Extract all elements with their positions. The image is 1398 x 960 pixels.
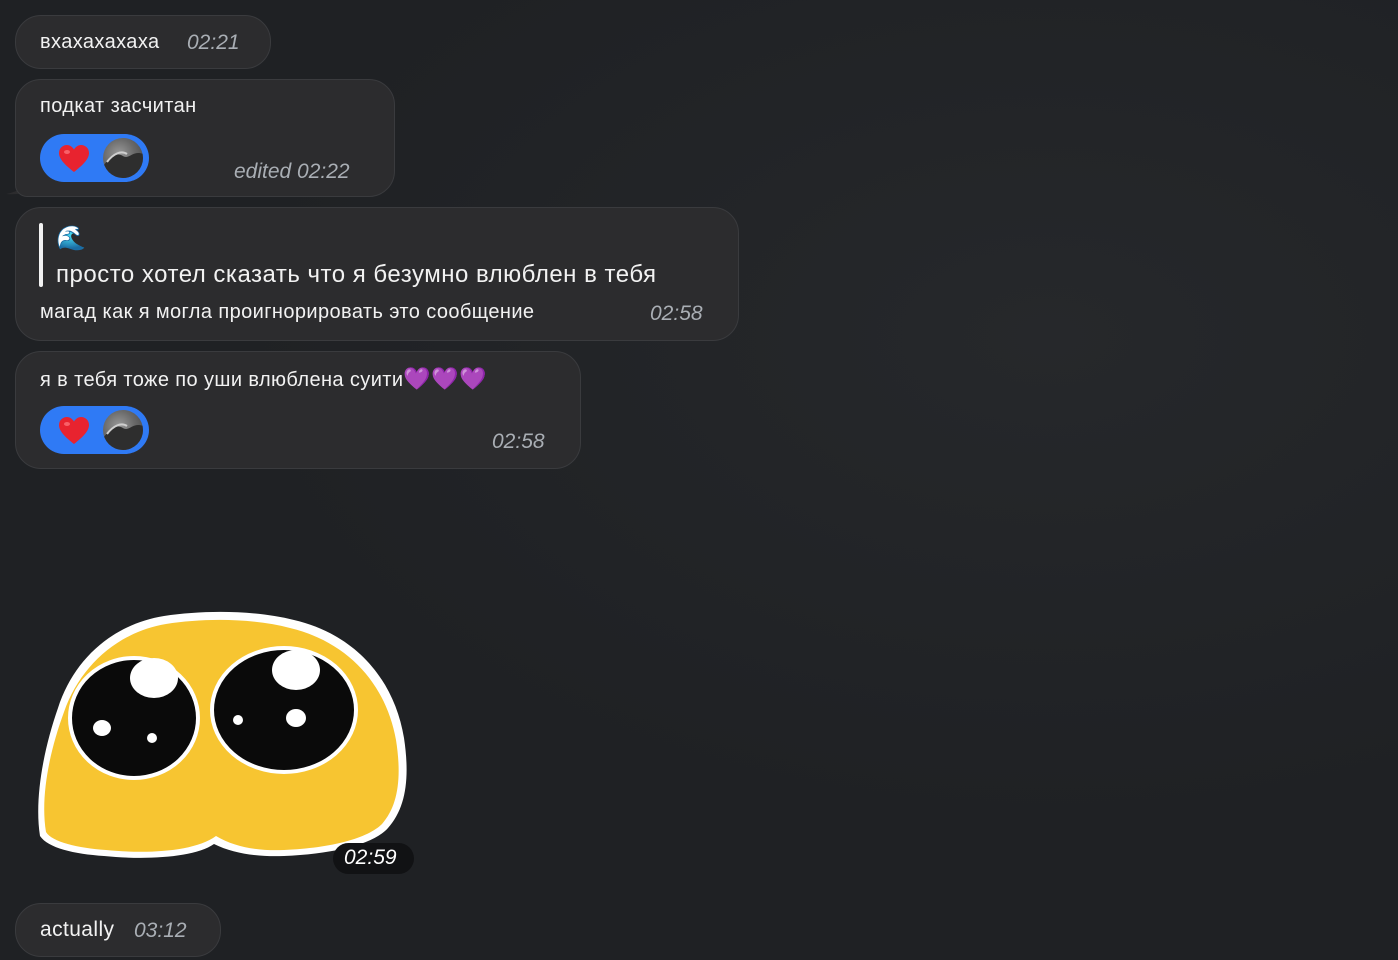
message-bubble[interactable]: я в тебя тоже по уши влюблена суити💜💜💜 0… xyxy=(15,351,581,469)
reaction-chip[interactable] xyxy=(40,406,149,454)
reply-quoted-text[interactable]: просто хотел сказать что я безумно влюбл… xyxy=(56,261,657,289)
message-time: 02:21 xyxy=(187,31,240,54)
message-bubble[interactable]: 🌊 просто хотел сказать что я безумно влю… xyxy=(15,207,739,341)
message-bubble[interactable]: подкат засчитан edited 02:22 xyxy=(15,79,395,197)
chat-view: вхахахахаха 02:21 подкат засчитан edited… xyxy=(0,0,1398,960)
message-text: вхахахахаха xyxy=(40,31,160,53)
message-time: 03:12 xyxy=(134,919,187,942)
message-text-body: я в тебя тоже по уши влюблена суити xyxy=(40,369,404,391)
message-bubble[interactable]: actually 03:12 xyxy=(15,903,221,957)
message-time: 02:58 xyxy=(492,430,545,453)
avatar xyxy=(103,410,143,450)
message-time: 02:59 xyxy=(344,846,397,869)
reply-sender-emoji: 🌊 xyxy=(56,225,87,252)
pleading-face-sticker[interactable] xyxy=(34,608,412,868)
heart-icon xyxy=(59,417,89,444)
avatar xyxy=(103,138,143,178)
message-time: 02:58 xyxy=(650,302,703,325)
message-text: я в тебя тоже по уши влюблена суити💜💜💜 xyxy=(40,366,487,392)
reaction-chip[interactable] xyxy=(40,134,149,182)
reply-bar xyxy=(39,223,43,287)
message-bubble[interactable]: вхахахахаха 02:21 xyxy=(15,15,271,69)
message-text: actually xyxy=(40,918,115,941)
heart-icon xyxy=(59,145,89,172)
purple-hearts-emoji: 💜💜💜 xyxy=(403,366,487,391)
sticker-time-badge: 02:59 xyxy=(333,843,414,874)
message-text: подкат засчитан xyxy=(40,95,197,117)
message-time: edited 02:22 xyxy=(234,160,350,183)
message-text: магад как я могла проигнорировать это со… xyxy=(40,301,535,323)
